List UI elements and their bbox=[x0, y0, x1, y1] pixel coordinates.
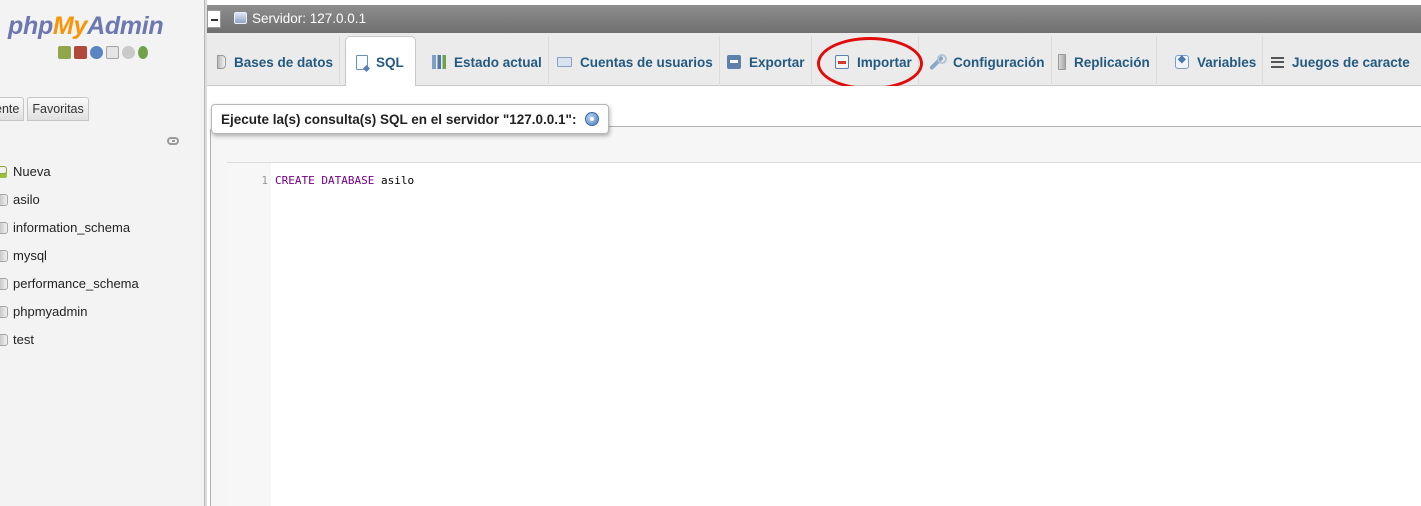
info-icon[interactable] bbox=[90, 45, 103, 59]
tab-user-accounts[interactable]: Cuentas de usuarios bbox=[551, 36, 720, 88]
tab-status[interactable]: Estado actual bbox=[426, 36, 549, 88]
sql-keyword: DATABASE bbox=[321, 174, 375, 187]
database-icon[interactable] bbox=[74, 45, 87, 59]
database-icon bbox=[0, 334, 8, 346]
document-icon[interactable] bbox=[106, 45, 119, 59]
variables-icon bbox=[1175, 54, 1189, 69]
sql-query-legend: Ejecute la(s) consulta(s) SQL en el serv… bbox=[211, 104, 610, 134]
charset-icon bbox=[1271, 56, 1284, 68]
reload-icon[interactable] bbox=[138, 45, 148, 59]
new-database-icon bbox=[0, 166, 8, 178]
settings-icon[interactable] bbox=[122, 45, 135, 59]
tab-recent[interactable]: ciente bbox=[0, 97, 25, 121]
tab-export[interactable]: Exportar bbox=[721, 36, 812, 88]
sql-editor[interactable]: 1 CREATE DATABASE asilo bbox=[227, 162, 1421, 506]
server-icon bbox=[234, 12, 247, 24]
server-tabs: Bases de datos SQL Estado actual Cuentas… bbox=[207, 33, 1421, 88]
replication-icon bbox=[1058, 54, 1066, 70]
tab-settings[interactable]: Configuración bbox=[921, 36, 1052, 88]
line-number-gutter: 1 bbox=[227, 163, 271, 506]
database-icon bbox=[217, 55, 226, 69]
database-icon bbox=[0, 222, 8, 234]
database-icon bbox=[0, 250, 8, 262]
tab-sql[interactable]: SQL bbox=[345, 36, 416, 88]
tree-item-mysql[interactable]: mysql bbox=[0, 242, 139, 270]
phpmyadmin-logo[interactable]: phpMyAdmin bbox=[8, 12, 164, 41]
wrench-icon bbox=[927, 53, 947, 71]
status-chart-icon bbox=[432, 55, 446, 69]
database-icon bbox=[0, 278, 8, 290]
tab-replication[interactable]: Replicación bbox=[1052, 36, 1157, 88]
home-icon[interactable] bbox=[58, 45, 71, 59]
sql-identifier: asilo bbox=[380, 174, 415, 187]
tab-variables[interactable]: Variables bbox=[1169, 36, 1264, 88]
server-breadcrumb[interactable]: Servidor: 127.0.0.1 bbox=[252, 11, 366, 26]
help-icon[interactable] bbox=[585, 112, 600, 126]
navigation-tabs: ciente Favoritas bbox=[0, 97, 89, 121]
sql-code-line[interactable]: CREATE DATABASE asilo bbox=[275, 174, 414, 187]
tab-charsets[interactable]: Juegos de caracte bbox=[1265, 36, 1416, 88]
export-icon bbox=[727, 55, 741, 69]
tree-item-performance-schema[interactable]: performance_schema bbox=[0, 270, 139, 298]
sql-keyword: CREATE bbox=[275, 174, 315, 187]
quick-links bbox=[58, 43, 148, 61]
link-icon[interactable] bbox=[167, 137, 179, 145]
tree-item-new[interactable]: Nueva bbox=[0, 158, 139, 186]
main-content: Ejecute la(s) consulta(s) SQL en el serv… bbox=[207, 86, 1421, 506]
line-number: 1 bbox=[261, 174, 268, 187]
database-icon bbox=[0, 194, 8, 206]
navigation-panel: phpMyAdmin ciente Favoritas Nueva asilo … bbox=[0, 0, 204, 506]
sql-icon bbox=[356, 55, 368, 70]
tree-item-phpmyadmin[interactable]: phpmyadmin bbox=[0, 298, 139, 326]
database-icon bbox=[0, 306, 8, 318]
tree-item-test[interactable]: test bbox=[0, 326, 139, 354]
tab-databases[interactable]: Bases de datos bbox=[211, 36, 341, 88]
tree-item-information-schema[interactable]: information_schema bbox=[0, 214, 139, 242]
collapse-navigation-button[interactable] bbox=[207, 10, 221, 28]
tree-item-asilo[interactable]: asilo bbox=[0, 186, 139, 214]
database-tree: Nueva asilo information_schema mysql per… bbox=[0, 158, 139, 354]
annotation-circle bbox=[817, 37, 923, 90]
users-icon bbox=[557, 57, 572, 67]
server-breadcrumb-bar: Servidor: 127.0.0.1 bbox=[207, 5, 1421, 33]
tab-favorites[interactable]: Favoritas bbox=[27, 97, 89, 121]
